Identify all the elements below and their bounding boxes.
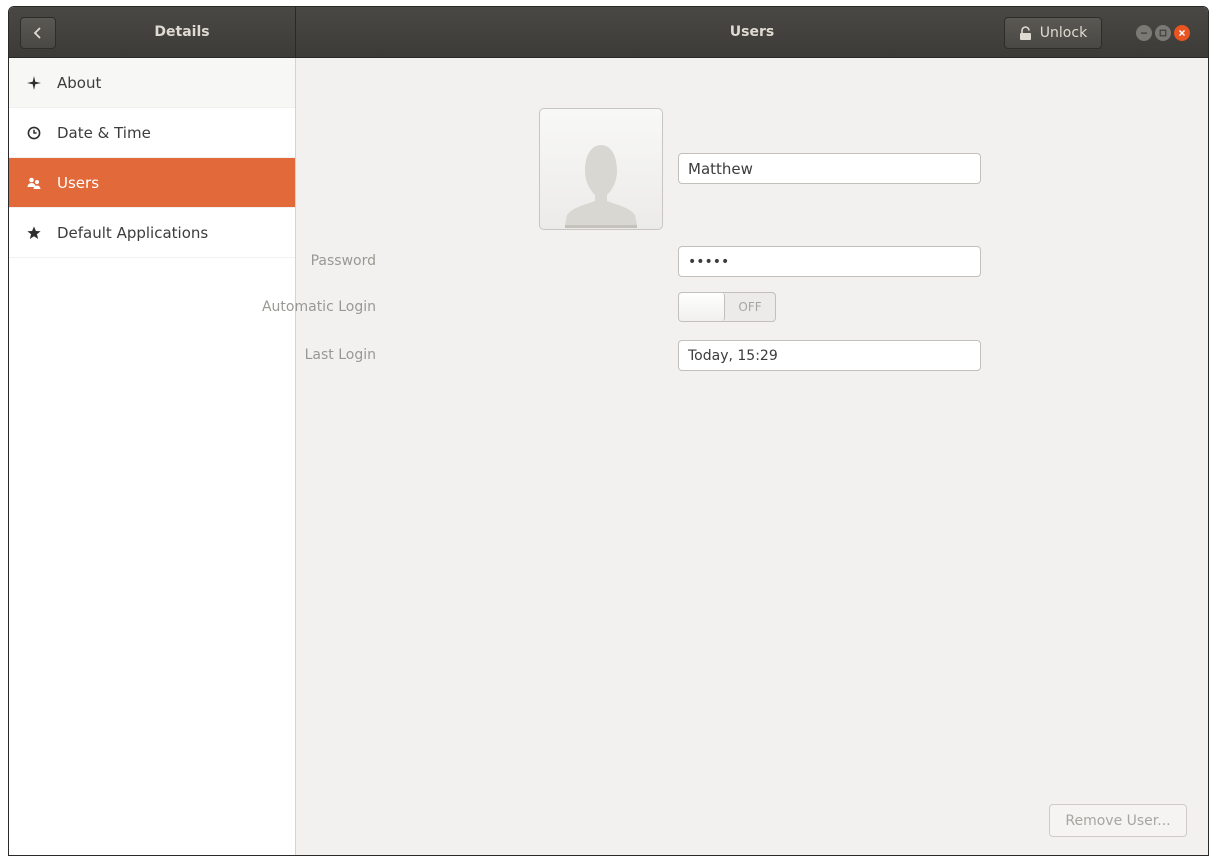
full-name-field[interactable]: Matthew — [678, 153, 981, 184]
sidebar-item-label: Date & Time — [57, 123, 151, 142]
star-icon — [27, 226, 41, 240]
toggle-state-label: OFF — [738, 300, 762, 314]
clock-icon — [27, 126, 41, 140]
remove-user-button[interactable]: Remove User... — [1049, 804, 1187, 837]
sidebar-item-label: Users — [57, 173, 100, 192]
maximize-icon — [1159, 29, 1167, 37]
avatar[interactable] — [539, 108, 663, 230]
sidebar-item-default-applications[interactable]: Default Applications — [9, 208, 295, 258]
password-field[interactable]: ••••• — [678, 246, 981, 277]
header-left-pane: Details — [9, 7, 296, 58]
maximize-button[interactable] — [1155, 25, 1171, 41]
sidebar-item-label: Default Applications — [57, 223, 209, 242]
automatic-login-toggle[interactable]: OFF — [678, 292, 776, 322]
settings-window: Details Users Unlock About Date & Time U… — [8, 6, 1209, 856]
last-login-label: Last Login — [304, 347, 376, 363]
user-silhouette-icon — [565, 145, 637, 228]
sidebar-item-label: About — [57, 73, 102, 92]
back-button[interactable] — [20, 17, 56, 49]
unlock-button[interactable]: Unlock — [1004, 17, 1102, 49]
sidebar-item-date-time[interactable]: Date & Time — [9, 108, 295, 158]
sidebar-title: Details — [154, 24, 210, 40]
chevron-left-icon — [33, 27, 41, 39]
window-controls — [1136, 25, 1190, 41]
unlock-label: Unlock — [1039, 25, 1088, 41]
minimize-button[interactable] — [1136, 25, 1152, 41]
header-bar: Details Users Unlock — [9, 7, 1208, 58]
toggle-knob — [679, 293, 725, 321]
users-panel: Matthew Password ••••• Automatic Login O… — [262, 58, 1208, 855]
sidebar-item-about[interactable]: About — [9, 58, 295, 108]
minimize-icon — [1141, 32, 1147, 34]
sidebar-item-users[interactable]: Users — [9, 158, 295, 208]
last-login-field[interactable]: Today, 15:29 — [678, 340, 981, 371]
sparkle-icon — [27, 75, 41, 90]
users-icon — [27, 176, 41, 190]
close-icon — [1178, 29, 1186, 37]
close-button[interactable] — [1174, 25, 1190, 41]
lock-icon — [1019, 25, 1031, 40]
automatic-login-label: Automatic Login — [261, 299, 376, 315]
sidebar: About Date & Time Users Default Applicat… — [9, 58, 296, 855]
password-label: Password — [310, 253, 376, 269]
